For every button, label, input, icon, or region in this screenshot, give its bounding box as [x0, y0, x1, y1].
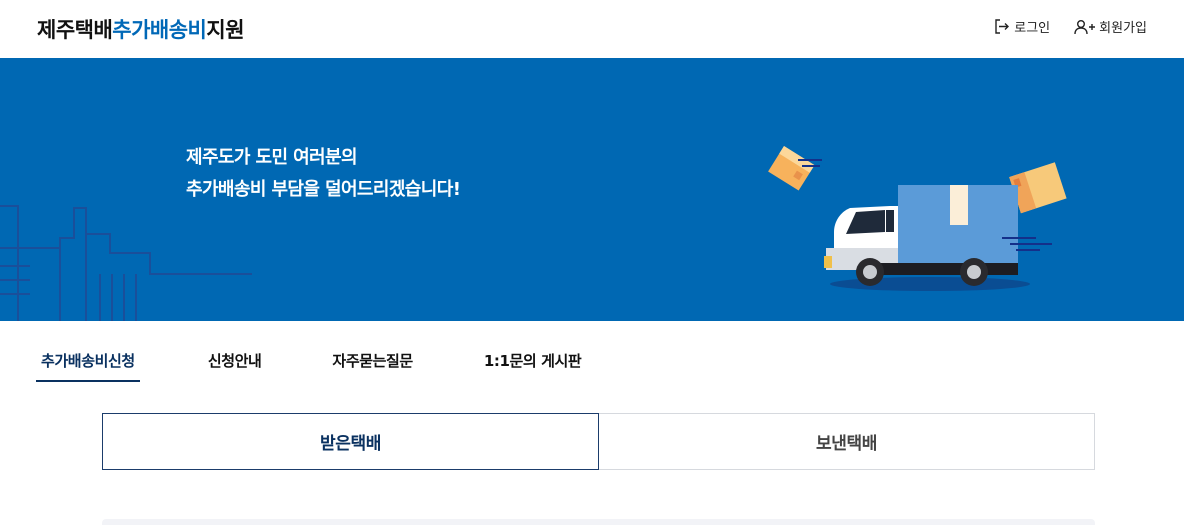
- hero-banner: 제주도가 도민 여러분의 추가배송비 부담을 덜어드리겠습니다!: [0, 58, 1184, 321]
- logo-text-support: 지원: [206, 18, 245, 42]
- login-icon: [994, 19, 1011, 34]
- site-logo[interactable]: 제주택배추가배송비지원: [37, 14, 245, 44]
- banner-line-1: 제주도가 도민 여러분의: [186, 147, 358, 168]
- tab-apply[interactable]: 추가배송비신청: [36, 336, 140, 382]
- sent-parcel-button[interactable]: 보낸택배: [599, 413, 1095, 470]
- logo-text-shipping: 추가배송비: [112, 18, 207, 42]
- parcel-box-left: [768, 146, 815, 191]
- received-parcel-button[interactable]: 받은택배: [102, 413, 599, 470]
- signup-label: 회원가입: [1099, 21, 1147, 36]
- logo-text-jeju: 제주택배: [37, 18, 113, 42]
- login-link[interactable]: 로그인: [994, 17, 1050, 36]
- main-tabs: 추가배송비신청 신청안내 자주묻는질문 1:1문의 게시판: [36, 336, 652, 384]
- tab-faq[interactable]: 자주묻는질문: [332, 336, 413, 382]
- parcel-type-toggle: 받은택배 보낸택배: [102, 413, 1095, 470]
- signup-link[interactable]: 회원가입: [1074, 17, 1147, 36]
- tab-inquiry-board[interactable]: 1:1문의 게시판: [484, 336, 582, 382]
- tab-guide[interactable]: 신청안내: [208, 336, 262, 382]
- form-panel: [102, 519, 1095, 525]
- banner-line-2: 추가배송비 부담을 덜어드리겠습니다!: [186, 179, 461, 200]
- login-label: 로그인: [1014, 21, 1051, 36]
- delivery-truck-illustration: [768, 146, 1067, 291]
- site-header: 제주택배추가배송비지원 로그인 회원가입: [0, 0, 1184, 58]
- user-plus-icon: [1074, 19, 1096, 35]
- banner-headline: 제주도가 도민 여러분의 추가배송비 부담을 덜어드리겠습니다!: [186, 142, 461, 206]
- auth-links: 로그인 회원가입: [994, 17, 1147, 36]
